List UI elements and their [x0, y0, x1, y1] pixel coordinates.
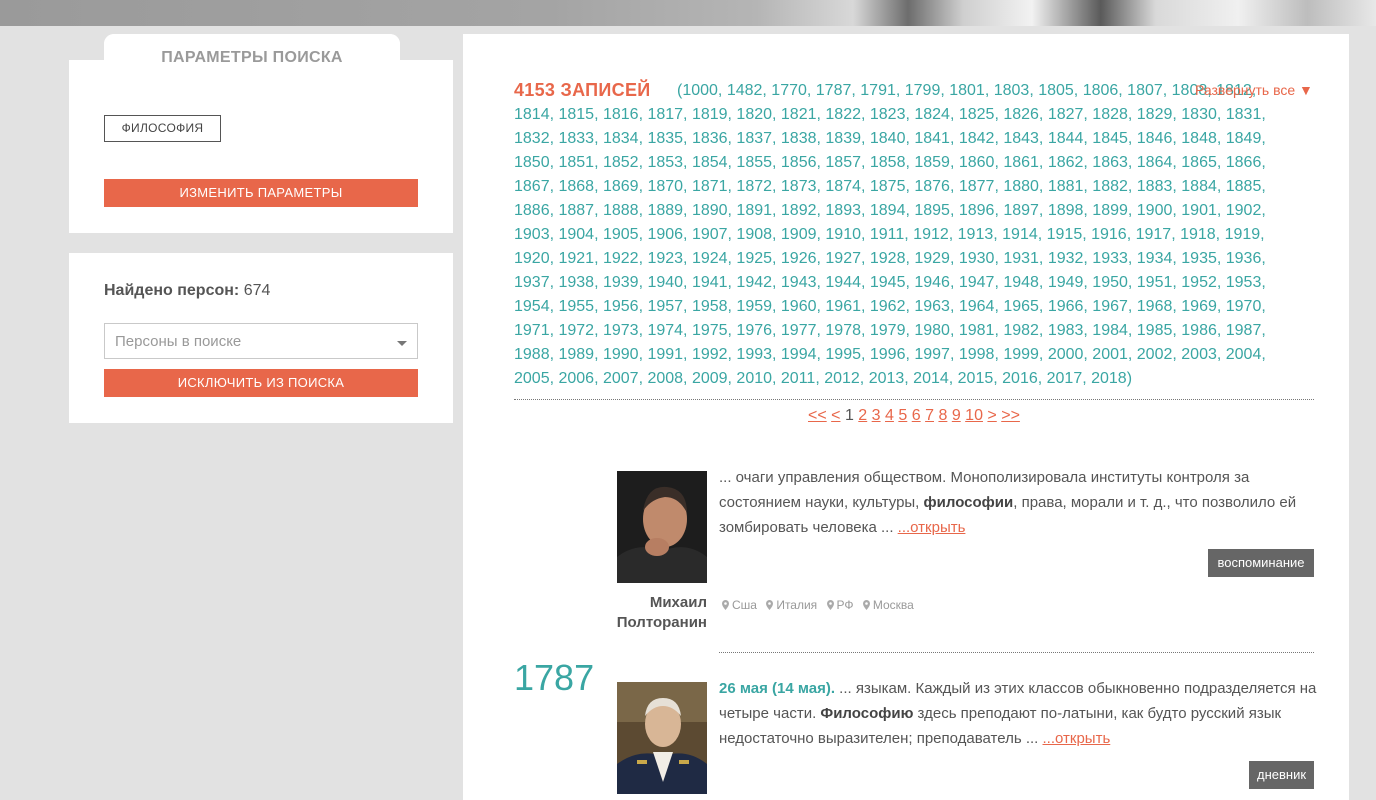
found-persons: Найдено персон: 674 [104, 282, 270, 300]
person-first-name: Михаил [649, 594, 707, 611]
person-name[interactable]: Михаил Полторанин [607, 593, 707, 633]
pager-prev[interactable]: < [831, 407, 840, 424]
excerpt-highlight: философии [923, 494, 1014, 511]
pager-page[interactable]: 3 [872, 407, 881, 424]
excerpt-highlight: Философию [820, 705, 914, 722]
pager-first[interactable]: << [808, 407, 827, 424]
place-tag[interactable]: Сша [732, 598, 757, 612]
place-tag[interactable]: РФ [837, 598, 854, 612]
entry-excerpt: ... очаги управления обществом. Монополи… [719, 465, 1314, 540]
persons-select-placeholder: Персоны в поиске [115, 333, 242, 350]
pager-page[interactable]: 7 [925, 407, 934, 424]
place-tag[interactable]: Москва [873, 598, 914, 612]
pager-current: 1 [844, 407, 854, 424]
persons-select[interactable]: Персоны в поиске [104, 323, 418, 359]
portrait-image [617, 471, 707, 583]
search-params-tab-overlay: ПАРАМЕТРЫ ПОИСКА [104, 34, 400, 74]
places-list: Сша Италия РФ Москва [722, 598, 914, 612]
filter-tag-philosophy[interactable]: ФИЛОСОФИЯ [104, 115, 221, 142]
open-link[interactable]: ...открыть [898, 519, 966, 536]
pager-last[interactable]: >> [1001, 407, 1020, 424]
person-avatar-historic[interactable] [617, 682, 707, 794]
search-params-title-text: ПАРАМЕТРЫ ПОИСКА [161, 49, 343, 66]
chevron-down-icon [397, 341, 407, 346]
expand-all-link[interactable]: Развернуть все ▼ [1195, 82, 1313, 98]
header-banner-image [0, 0, 1376, 26]
entry-date: 26 мая (14 мая). [719, 680, 836, 697]
pager-page[interactable]: 4 [885, 407, 894, 424]
exclude-button[interactable]: ИСКЛЮЧИТЬ ИЗ ПОИСКА [104, 369, 418, 397]
pager-page[interactable]: 10 [965, 407, 983, 424]
badge-diary[interactable]: дневник [1249, 761, 1314, 789]
pagination: << < 1 2 3 4 5 6 7 8 9 10 > >> [808, 407, 1020, 425]
open-link[interactable]: ...открыть [1043, 730, 1111, 747]
location-pin-icon [722, 600, 729, 610]
entry-divider [719, 652, 1314, 653]
pager-page[interactable]: 5 [898, 407, 907, 424]
search-params-panel [69, 60, 453, 233]
person-last-name: Полторанин [616, 614, 707, 631]
found-count: 674 [243, 282, 271, 299]
pager-next[interactable]: > [987, 407, 996, 424]
portrait-image [617, 682, 707, 794]
change-params-button[interactable]: ИЗМЕНИТЬ ПАРАМЕТРЫ [104, 179, 418, 207]
entry-excerpt: 26 мая (14 мая). ... языкам. Каждый из э… [719, 676, 1317, 751]
place-tag[interactable]: Италия [776, 598, 817, 612]
location-pin-icon [766, 600, 774, 610]
pager-page[interactable]: 2 [858, 407, 867, 424]
pager-page[interactable]: 8 [938, 407, 947, 424]
location-pin-icon [826, 600, 834, 610]
pager-page[interactable]: 6 [912, 407, 921, 424]
person-avatar-poltoranin[interactable] [617, 471, 707, 583]
badge-memoir[interactable]: воспоминание [1208, 549, 1314, 577]
divider [514, 399, 1314, 400]
year-links[interactable]: (1000, 1482, 1770, 1787, 1791, 1799, 180… [514, 79, 1294, 391]
location-pin-icon [862, 600, 870, 610]
found-label: Найдено персон: [104, 282, 240, 299]
entry-year: 1787 [514, 657, 595, 698]
pager-page[interactable]: 9 [952, 407, 961, 424]
